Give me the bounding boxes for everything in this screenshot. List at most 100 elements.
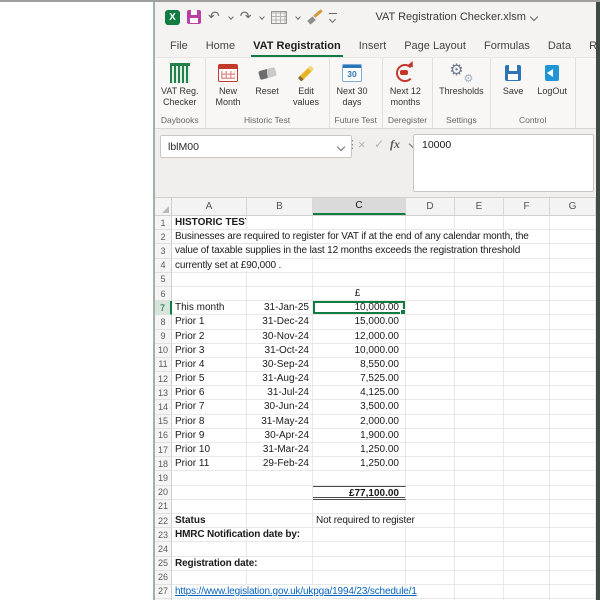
cell-E4[interactable]: [455, 259, 504, 273]
tab-data[interactable]: Data: [539, 40, 580, 57]
cell-F8[interactable]: [504, 315, 550, 329]
cell-C17[interactable]: 1,250.00: [313, 443, 406, 457]
cell-E25[interactable]: [455, 557, 504, 571]
cell-F15[interactable]: [504, 415, 550, 429]
tab-file[interactable]: File: [161, 40, 197, 57]
cell-F24[interactable]: [504, 542, 550, 556]
cell-F16[interactable]: [504, 429, 550, 443]
tab-review[interactable]: Review: [580, 40, 600, 57]
cell-A11[interactable]: Prior 4: [172, 358, 247, 372]
tab-formulas[interactable]: Formulas: [475, 40, 539, 57]
cell-E20[interactable]: [455, 486, 504, 500]
cell-F18[interactable]: [504, 457, 550, 471]
excel-logo-icon[interactable]: [165, 10, 180, 25]
tab-page-layout[interactable]: Page Layout: [395, 40, 475, 57]
column-header-b[interactable]: B: [247, 198, 313, 215]
cell-B10[interactable]: 31-Oct-24: [247, 344, 313, 358]
column-header-f[interactable]: F: [504, 198, 550, 215]
row-header-13[interactable]: 13: [155, 386, 172, 400]
cell-C14[interactable]: 3,500.00: [313, 400, 406, 414]
row-header-16[interactable]: 16: [155, 429, 172, 443]
row-header-14[interactable]: 14: [155, 400, 172, 414]
cell-A19[interactable]: [172, 471, 247, 485]
row-header-9[interactable]: 9: [155, 330, 172, 344]
cell-E22[interactable]: [455, 514, 504, 528]
cell-G11[interactable]: [550, 358, 596, 372]
cell-B8[interactable]: 31-Dec-24: [247, 315, 313, 329]
cell-A18[interactable]: Prior 11: [172, 457, 247, 471]
cell-E10[interactable]: [455, 344, 504, 358]
table-icon[interactable]: [271, 11, 287, 24]
cell-G20[interactable]: [550, 486, 596, 500]
cell-A5[interactable]: [172, 273, 247, 287]
cell-F11[interactable]: [504, 358, 550, 372]
cell-B6[interactable]: [247, 287, 313, 301]
undo-icon[interactable]: ↶: [208, 10, 220, 24]
row-header-23[interactable]: 23: [155, 528, 172, 542]
cell-E21[interactable]: [455, 500, 504, 514]
cell-C25[interactable]: [313, 557, 406, 571]
cell-G2[interactable]: [550, 230, 596, 244]
cell-G17[interactable]: [550, 443, 596, 457]
cell-A17[interactable]: Prior 10: [172, 443, 247, 457]
cell-E24[interactable]: [455, 542, 504, 556]
cell-E12[interactable]: [455, 372, 504, 386]
row-header-12[interactable]: 12: [155, 372, 172, 386]
cell-G7[interactable]: [550, 301, 596, 315]
column-header-e[interactable]: E: [455, 198, 504, 215]
cell-D8[interactable]: [406, 315, 455, 329]
reset-button[interactable]: Reset: [248, 60, 287, 97]
cell-A6[interactable]: [172, 287, 247, 301]
column-header-a[interactable]: A: [172, 198, 247, 215]
cell-E5[interactable]: [455, 273, 504, 287]
cell-C24[interactable]: [313, 542, 406, 556]
more-options-icon[interactable]: ⋮: [347, 138, 358, 151]
cell-A24[interactable]: [172, 542, 247, 556]
chevron-down-icon[interactable]: [228, 14, 234, 20]
cell-C21[interactable]: [313, 500, 406, 514]
row-header-27[interactable]: 27: [155, 585, 172, 599]
cell-F10[interactable]: [504, 344, 550, 358]
cell-F20[interactable]: [504, 486, 550, 500]
cell-D10[interactable]: [406, 344, 455, 358]
cell-D13[interactable]: [406, 386, 455, 400]
row-header-11[interactable]: 11: [155, 358, 172, 372]
cell-E23[interactable]: [455, 528, 504, 542]
cell-C16[interactable]: 1,900.00: [313, 429, 406, 443]
cell-F25[interactable]: [504, 557, 550, 571]
cell-E26[interactable]: [455, 571, 504, 585]
cell-G9[interactable]: [550, 330, 596, 344]
enter-icon[interactable]: ✓: [374, 137, 384, 151]
cell-G18[interactable]: [550, 457, 596, 471]
cell-B24[interactable]: [247, 542, 313, 556]
cell-A22[interactable]: Status: [172, 514, 247, 528]
format-painter-icon[interactable]: [307, 10, 322, 24]
cell-G25[interactable]: [550, 557, 596, 571]
next-12-months-button[interactable]: Next 12months: [386, 60, 425, 108]
cell-E7[interactable]: [455, 301, 504, 315]
cell-B12[interactable]: 31-Aug-24: [247, 372, 313, 386]
cell-D18[interactable]: [406, 457, 455, 471]
cell-C5[interactable]: [313, 273, 406, 287]
formula-bar-input[interactable]: 10000: [413, 134, 594, 192]
cell-A12[interactable]: Prior 5: [172, 372, 247, 386]
tab-home[interactable]: Home: [197, 40, 244, 57]
cell-G12[interactable]: [550, 372, 596, 386]
cell-A23[interactable]: HMRC Notification date by:: [172, 528, 247, 542]
cell-C13[interactable]: 4,125.00: [313, 386, 406, 400]
cell-D15[interactable]: [406, 415, 455, 429]
cell-E18[interactable]: [455, 457, 504, 471]
customize-qat-icon[interactable]: [329, 13, 337, 22]
cancel-icon[interactable]: ×: [358, 137, 366, 152]
cell-G24[interactable]: [550, 542, 596, 556]
cell-C11[interactable]: 8,550.00: [313, 358, 406, 372]
cell-B17[interactable]: 31-Mar-24: [247, 443, 313, 457]
cell-F22[interactable]: [504, 514, 550, 528]
cell-F17[interactable]: [504, 443, 550, 457]
cell-G4[interactable]: [550, 259, 596, 273]
cell-F26[interactable]: [504, 571, 550, 585]
cell-E15[interactable]: [455, 415, 504, 429]
cell-C18[interactable]: 1,250.00: [313, 457, 406, 471]
cell-D6[interactable]: [406, 287, 455, 301]
cell-A13[interactable]: Prior 6: [172, 386, 247, 400]
